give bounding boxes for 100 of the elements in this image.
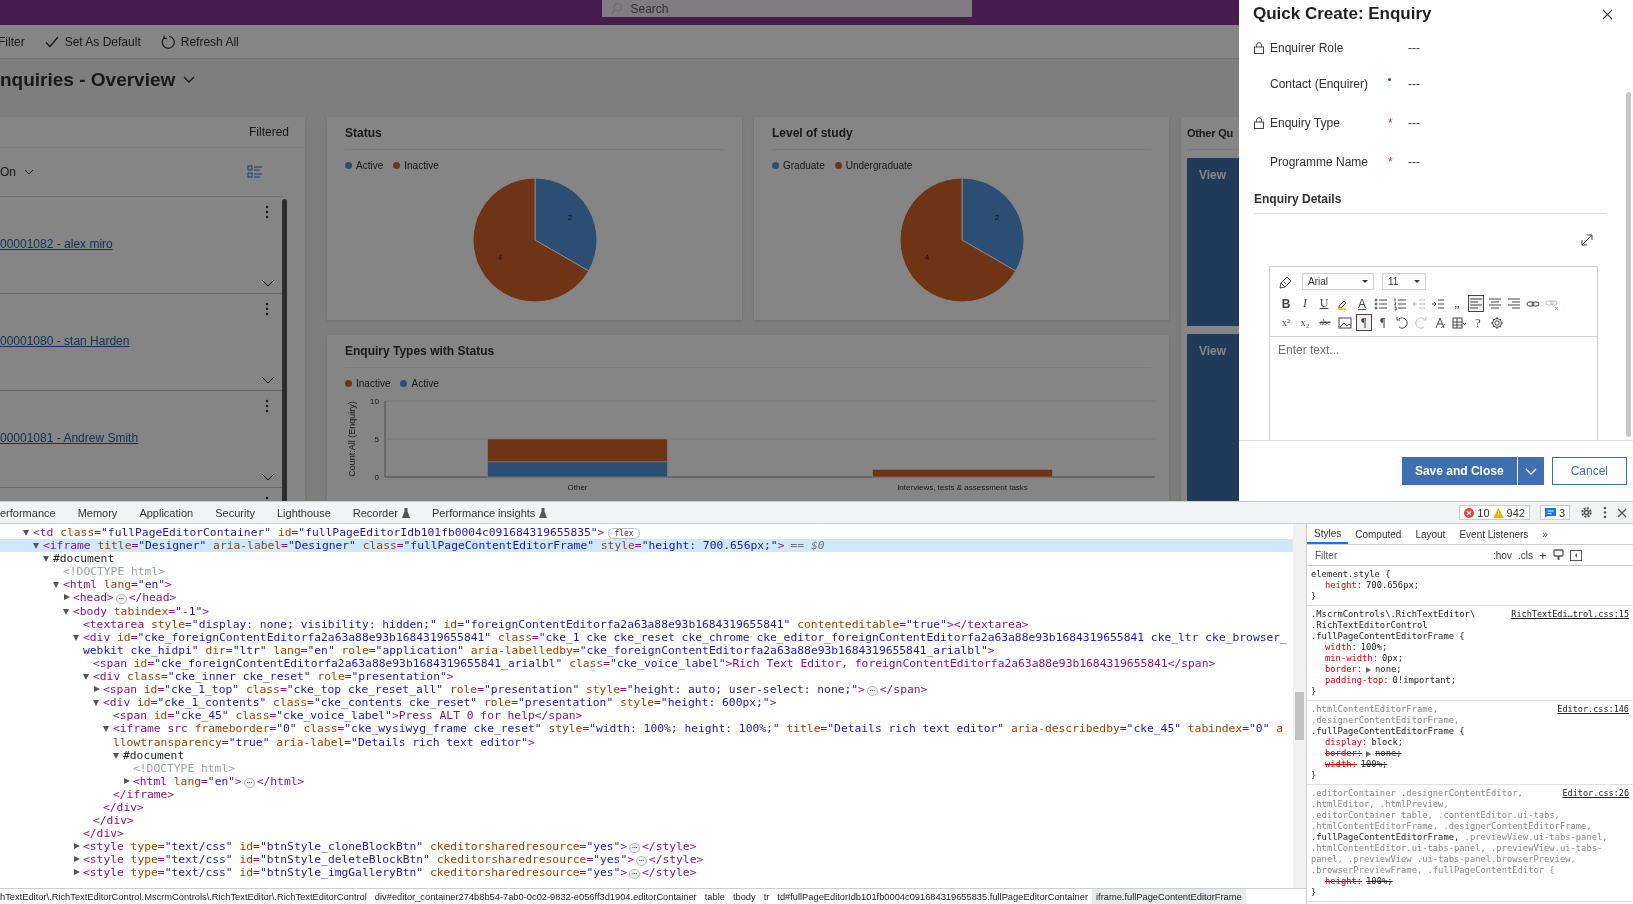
dom-tree-item[interactable]: <iframe title="Designer" aria-label="Designer" class="fullPageContentEditorFrame" style="height: 700.656px;"> == $0 — [0, 539, 1293, 553]
dom-tree-item[interactable]: <div id="cke_1_contents" class="cke_contents cke_reset" role="presentation" style="height: 600px;"> — [0, 696, 1293, 710]
closing-tag[interactable]: </iframe> — [0, 787, 1293, 801]
pie-slice[interactable] — [534, 177, 597, 272]
more-options-icon[interactable] — [1603, 506, 1607, 519]
save-and-close-button[interactable]: Save and Close — [1401, 457, 1517, 485]
settings-icon[interactable] — [1580, 506, 1593, 519]
css-value[interactable]: 100%; — [1360, 642, 1388, 653]
css-property[interactable]: width: — [1325, 642, 1357, 653]
field-value[interactable]: --- — [1408, 42, 1420, 55]
sidebar-toggle-icon[interactable] — [1569, 549, 1582, 561]
expand-arrow-icon[interactable] — [1366, 750, 1372, 757]
help-button[interactable]: ? — [1470, 314, 1486, 331]
dom-tree-item[interactable]: <span id="cke_1_top" class="cke_top cke_reset_all" role="presentation" style="height: auto; user-select: none;"> ⋯ </span> — [0, 683, 1293, 697]
collapsed-content-badge[interactable]: ⋯ — [636, 856, 647, 867]
css-property[interactable]: height: — [1325, 580, 1363, 591]
blockquote-button[interactable]: „ — [1449, 295, 1465, 312]
disclosure-triangle-icon[interactable] — [103, 726, 109, 733]
styles-pane-tab[interactable]: Event Listeners — [1452, 524, 1536, 544]
devtools-tab[interactable]: erformance — [0, 506, 67, 519]
disclosure-triangle-icon[interactable] — [43, 556, 49, 563]
styles-pane-tab[interactable]: Layout — [1408, 524, 1453, 544]
more-tabs-button[interactable]: » — [1535, 524, 1555, 544]
disclosure-triangle-icon[interactable] — [74, 869, 80, 876]
devtools-tab[interactable]: Recorder — [341, 506, 422, 519]
more-options-icon[interactable] — [265, 399, 269, 413]
dom-tree-item[interactable]: <body tabindex="-1"> — [0, 604, 1293, 618]
record-link[interactable]: 00001081 - Andrew Smith — [0, 431, 139, 445]
css-property[interactable]: padding-top: — [1325, 675, 1389, 686]
dom-tree-item[interactable]: #document — [0, 748, 1293, 762]
css-value[interactable]: 0px; — [1381, 653, 1404, 664]
dom-tree-item[interactable]: <div id="cke_foreignContentEditorfa2a63a88e93b1684319655841" class="cke_1 cke cke_reset cke_chrome cke_editor_foreignContentEditorfa2a63a88e93b1684319655841 cke_ltr cke_browser_webkit cke_hidpi" dir="ltr" lang="en" role="application" aria-labelledby="cke_foreignContentEditorfa2a63a88e93b1684319655841_arialbl"> — [0, 630, 1293, 657]
new-rule-button[interactable]: + — [1538, 547, 1547, 563]
paint-icon[interactable] — [1552, 549, 1564, 561]
dom-tree-item[interactable]: <iframe src frameborder="0" class="cke_wysiwyg_frame cke_reset" style="width: 100%; height: 100%;" title="Details rich text editor" aria-describedby="cke_45" tabindex="0" allowtransparency="true" aria-label="Details rich text editor"> — [0, 722, 1293, 749]
set-default-button[interactable]: Set As Default — [42, 34, 143, 49]
more-options-icon[interactable] — [265, 302, 269, 316]
source-link[interactable]: Editor.css:146 — [1557, 704, 1629, 715]
superscript-button[interactable]: x² — [1278, 314, 1294, 331]
record-link[interactable]: 00001082 - alex miro — [0, 237, 113, 251]
closing-tag[interactable]: </div> — [0, 814, 1293, 828]
rtl-button[interactable]: ¶ — [1375, 314, 1391, 331]
css-property[interactable]: border: — [1325, 748, 1363, 759]
disclosure-triangle-icon[interactable] — [83, 674, 89, 681]
disclosure-triangle-icon[interactable] — [53, 582, 59, 589]
source-link[interactable]: Editor.css:26 — [1562, 788, 1629, 799]
css-property[interactable]: min-width: — [1325, 653, 1378, 664]
css-value[interactable]: block; — [1371, 737, 1404, 748]
scrollbar-thumb[interactable] — [282, 199, 287, 501]
disclosure-triangle-icon[interactable] — [73, 634, 79, 641]
dom-tree-item[interactable]: <div class="cke_inner cke_reset" role="presentation"> — [0, 670, 1293, 684]
field-value[interactable]: --- — [1408, 76, 1420, 91]
collapsed-content-badge[interactable]: ⋯ — [115, 594, 127, 605]
css-property[interactable]: display: — [1325, 737, 1368, 748]
disclosure-triangle-icon[interactable] — [64, 594, 70, 601]
devtools-tab[interactable]: Application — [128, 506, 205, 519]
font-color-button[interactable]: A — [1354, 295, 1370, 312]
css-value[interactable]: 0!important; — [1392, 675, 1457, 686]
closing-tag[interactable]: </div> — [0, 827, 1293, 841]
breadcrumb[interactable]: hTextEditor\.RichTextEditorControl.MscrmControls\.RichTextEditor\.RichTextEditorControl — [0, 889, 371, 904]
text-area[interactable]: Enter text... — [1270, 337, 1597, 363]
pie-slice[interactable] — [472, 177, 589, 303]
sort-dropdown[interactable]: On — [0, 165, 34, 179]
close-icon[interactable] — [1602, 9, 1613, 20]
expand-icon[interactable] — [1581, 234, 1593, 246]
css-value[interactable]: 100%; — [1366, 876, 1393, 887]
image-button[interactable] — [1337, 314, 1353, 331]
styles-pane-tab[interactable]: Styles — [1307, 524, 1349, 544]
field-value[interactable]: --- — [1408, 154, 1420, 169]
class-button[interactable]: .cls — [1517, 549, 1533, 561]
breadcrumb[interactable]: div#editor_container274b8b54-7ab0-0c02-9832-e056ff3d1904.editorContainer — [370, 889, 701, 904]
disclosure-triangle-icon[interactable] — [74, 856, 80, 863]
scrollbar-thumb[interactable] — [1626, 92, 1631, 437]
disclosure-triangle-icon[interactable] — [93, 700, 99, 707]
pie-slice[interactable] — [899, 177, 1016, 303]
hover-state-button[interactable]: :hov — [1493, 549, 1512, 561]
close-icon[interactable] — [1617, 507, 1627, 518]
devtools-tab[interactable]: Memory — [66, 506, 129, 519]
styles-pane-tab[interactable]: Computed — [1348, 524, 1409, 544]
dom-tree-item[interactable]: <style type="text/css" id="btnStyle_cloneBlockBtn" ckeditorsharedresource="yes"> ⋯ </style> — [0, 840, 1293, 854]
css-property[interactable]: border: — [1325, 664, 1363, 675]
refresh-button[interactable]: Refresh All — [158, 34, 241, 49]
disclosure-triangle-icon[interactable] — [33, 543, 39, 550]
dom-tree-item[interactable]: <span id="cke_foreignContentEditorfa2a63a88e93b1684319655841_arialbl" class="cke_voice_label">Rich Text Editor, foreignContentEditorfa2a63a88e93b1684319655841</span> — [0, 656, 1293, 671]
dom-tree-item[interactable]: #document — [0, 552, 1293, 566]
dom-tree-item[interactable]: <html lang="en"> — [0, 578, 1293, 592]
dom-tree-item[interactable]: <head> ⋯ </head> — [0, 591, 1293, 605]
devtools-tab[interactable]: Security — [204, 506, 266, 519]
view-selector[interactable]: nquiries - Overview — [0, 69, 196, 91]
pie-slice[interactable] — [961, 177, 1024, 272]
messages-button[interactable]: 3 — [1539, 505, 1570, 520]
dom-tree-item[interactable]: <style type="text/css" id="btnStyle_imgGalleryBtn" ckeditorsharedresource="yes"> ⋯ </style> — [0, 866, 1293, 880]
chevron-down-icon[interactable] — [261, 279, 275, 287]
undo-button[interactable] — [1394, 314, 1410, 331]
collapsed-content-badge[interactable]: ⋯ — [629, 869, 641, 880]
size-dropdown[interactable]: 11 — [1382, 273, 1426, 290]
scrollbar-thumb[interactable] — [1295, 692, 1304, 740]
save-options-button[interactable] — [1516, 457, 1544, 485]
record-link[interactable]: 00001080 - stan Harden — [0, 334, 130, 348]
settings-button[interactable] — [1489, 314, 1505, 331]
